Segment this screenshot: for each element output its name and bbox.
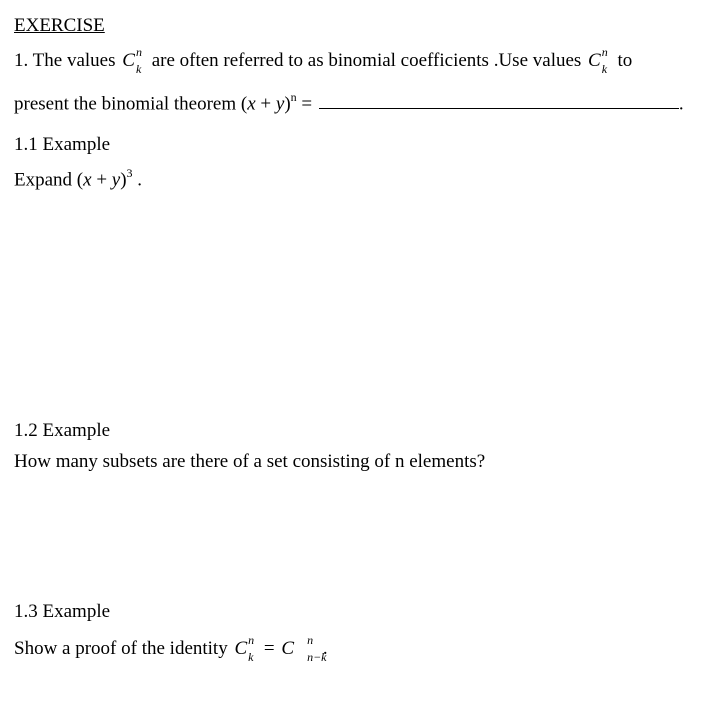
expr-close: ) xyxy=(284,93,290,114)
equals-sign: = xyxy=(301,93,316,114)
example-1-2-label: 1.2 Example xyxy=(14,417,706,446)
question-1-line2: present the binomial theorem (x + y)n = … xyxy=(14,89,706,119)
expr-x: x xyxy=(247,93,255,114)
q1l2-prefix: present the binomial theorem xyxy=(14,93,241,114)
equals-sign: = xyxy=(264,638,279,659)
ex11-prefix: Expand xyxy=(14,170,77,191)
q1-mid: are often referred to as binomial coeffi… xyxy=(152,50,586,71)
expr-plus: + xyxy=(256,93,276,114)
q1-suffix: to xyxy=(617,50,632,71)
expr-plus: + xyxy=(92,170,112,191)
example-1-3-text: Show a proof of the identity C n k = C n… xyxy=(14,635,706,664)
expr-close: ) xyxy=(120,170,126,191)
example-1-2-text: How many subsets are there of a set cons… xyxy=(14,448,706,477)
c-letter: C xyxy=(588,50,601,71)
ex13-prefix: Show a proof of the identity xyxy=(14,638,232,659)
superscript-n: n xyxy=(602,43,608,61)
blank-fill-line xyxy=(319,108,679,109)
expr-x: x xyxy=(83,170,91,191)
period: . xyxy=(679,93,684,114)
c-letter: C xyxy=(122,50,135,71)
superscript-n: n xyxy=(307,631,313,649)
expr-y: y xyxy=(112,170,120,191)
workspace-gap xyxy=(14,205,706,415)
question-1-line1: 1. The values C n k are often referred t… xyxy=(14,47,706,76)
exponent-n: n xyxy=(291,90,297,104)
subscript-k: k xyxy=(136,60,141,78)
superscript-n: n xyxy=(136,43,142,61)
binomial-symbol: C n k xyxy=(122,47,145,76)
binomial-symbol: C n k xyxy=(588,47,611,76)
binomial-symbol-right: C n n−k xyxy=(281,635,316,664)
workspace-gap xyxy=(14,486,706,596)
exponent-3: 3 xyxy=(127,166,133,180)
c-letter: C xyxy=(281,638,294,659)
period: . xyxy=(133,170,143,191)
subscript-k: k xyxy=(602,60,607,78)
c-letter: C xyxy=(234,638,247,659)
superscript-n: n xyxy=(248,631,254,649)
example-1-3-label: 1.3 Example xyxy=(14,598,706,627)
subscript-k: k xyxy=(248,648,253,666)
example-1-1-text: Expand (x + y)3 . xyxy=(14,165,706,195)
binomial-symbol-left: C n k xyxy=(234,635,257,664)
q1-prefix: 1. The values xyxy=(14,50,120,71)
subscript-n-minus-k: n−k xyxy=(307,648,326,666)
example-1-1-label: 1.1 Example xyxy=(14,131,706,160)
exercise-heading: EXERCISE xyxy=(14,12,706,41)
